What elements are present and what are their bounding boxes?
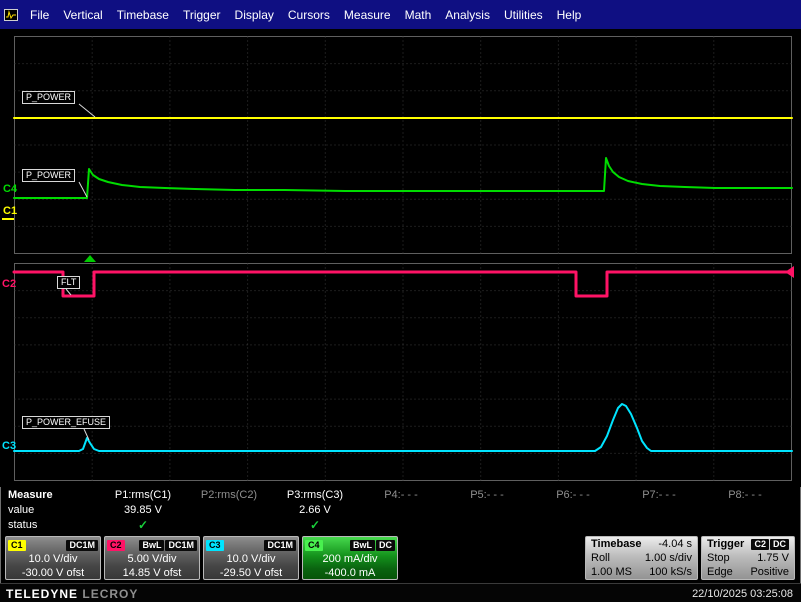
- measure-p1-value: 39.85 V: [124, 503, 162, 516]
- c1-label-callout: [78, 103, 96, 118]
- trigger-source-chip: C2: [751, 538, 769, 550]
- measure-header-row: Measure P1:rms(C1) P2:rms(C2) P3:rms(C3)…: [0, 487, 801, 502]
- c4-offset: -400.0 mA: [324, 566, 376, 579]
- c1-trace-label[interactable]: P_POWER: [22, 91, 76, 104]
- c3-coupling-chip: DC1M: [264, 539, 296, 551]
- measure-p4-header[interactable]: P4:- - -: [358, 489, 444, 501]
- c1-position-marker[interactable]: C1: [3, 206, 17, 217]
- scope-graticule-canvas: [12, 36, 794, 481]
- c4-label-callout: [78, 181, 88, 198]
- c4-chip: C4: [305, 539, 323, 551]
- trigger-level: 1.75 V: [757, 551, 789, 564]
- measure-p5-header[interactable]: P5:- - -: [444, 489, 530, 501]
- c2-trace: [12, 270, 794, 298]
- menu-item-analysis[interactable]: Analysis: [438, 8, 497, 22]
- c1-coupling-chip: DC1M: [66, 539, 98, 551]
- c2-trace-label[interactable]: FLT: [57, 276, 81, 289]
- measure-p6-header[interactable]: P6:- - -: [530, 489, 616, 501]
- menu-bar: File Vertical Timebase Trigger Display C…: [0, 0, 801, 30]
- trigger-time-marker[interactable]: [84, 255, 96, 262]
- c2-bwl-chip: BwL: [139, 539, 165, 551]
- graticule-lower: [14, 263, 792, 481]
- menu-item-file[interactable]: File: [23, 8, 56, 22]
- c4-descriptor[interactable]: C4 BwL DC 200 mA/div -400.0 mA: [302, 536, 398, 580]
- c3-descriptor[interactable]: C3 DC1M 10.0 V/div -29.50 V ofst: [203, 536, 299, 580]
- c3-label-callout: [83, 428, 90, 441]
- c2-coupling-chip: DC1M: [165, 539, 197, 551]
- c2-offset: 14.85 V ofst: [122, 566, 182, 579]
- c2-chip: C2: [107, 539, 125, 551]
- brand-lecroy: LECROY: [82, 586, 139, 601]
- c3-scale: 10.0 V/div: [226, 552, 276, 565]
- c3-chip: C3: [206, 539, 224, 551]
- app-icon[interactable]: [4, 8, 18, 21]
- timebase-title: Timebase: [591, 537, 642, 550]
- measure-p7-header[interactable]: P7:- - -: [616, 489, 702, 501]
- c4-bwl-chip: BwL: [350, 539, 375, 551]
- menu-item-measure[interactable]: Measure: [337, 8, 398, 22]
- c3-trace: [13, 403, 793, 452]
- brand-teledyne: TELEDYNE: [6, 586, 79, 601]
- measure-p3-status: ✓: [309, 517, 321, 532]
- measure-p1-status: ✓: [137, 517, 149, 532]
- c1-descriptor[interactable]: C1 DC1M 10.0 V/div -30.00 V ofst: [5, 536, 101, 580]
- c1-chip: C1: [8, 539, 26, 551]
- c3-position-marker[interactable]: C3: [2, 441, 16, 452]
- trigger-mode: Stop: [707, 551, 730, 564]
- waveform-display: P_POWER P_POWER FLT P_POWER_EFUSE C4 C1 …: [0, 29, 801, 487]
- measure-status-label: status: [8, 518, 38, 531]
- timebase-mode: Roll: [591, 551, 610, 564]
- c2-descriptor[interactable]: C2 BwL DC1M 5.00 V/div 14.85 V ofst: [104, 536, 200, 580]
- menu-item-math[interactable]: Math: [398, 8, 439, 22]
- c4-trace-label[interactable]: P_POWER: [22, 169, 76, 182]
- measure-value-label: value: [8, 503, 35, 516]
- menu-item-utilities[interactable]: Utilities: [497, 8, 550, 22]
- trigger-type: Edge: [707, 565, 733, 578]
- timebase-scale: 1.00 s/div: [644, 551, 692, 564]
- trigger-coupling-chip: DC: [770, 538, 789, 550]
- status-bar: TELEDYNE LECROY 22/10/2025 03:25:08: [0, 583, 801, 602]
- timebase-rate: 100 kS/s: [649, 565, 692, 578]
- timebase-samples: 1.00 MS: [591, 565, 632, 578]
- c4-coupling-chip: DC: [376, 539, 395, 551]
- menu-item-timebase[interactable]: Timebase: [110, 8, 176, 22]
- c2-label-callout: [65, 288, 72, 296]
- measure-status-row: status ✓ ✓: [0, 517, 801, 532]
- measure-p3-value: 2.66 V: [299, 503, 331, 516]
- timebase-descriptor[interactable]: Timebase -4.04 s Roll 1.00 s/div 1.00 MS…: [585, 536, 698, 580]
- c1-zero-level-marker: [2, 218, 14, 220]
- menu-item-display[interactable]: Display: [228, 8, 281, 22]
- measure-table: Measure P1:rms(C1) P2:rms(C2) P3:rms(C3)…: [0, 487, 801, 534]
- trigger-descriptor[interactable]: Trigger C2 DC Stop 1.75 V Edge Positive: [701, 536, 795, 580]
- timebase-delay: -4.04 s: [658, 537, 692, 550]
- menu-item-cursors[interactable]: Cursors: [281, 8, 337, 22]
- c2-position-marker[interactable]: C2: [2, 279, 16, 290]
- c4-scale: 200 mA/div: [322, 552, 378, 565]
- trigger-level-marker[interactable]: [785, 266, 794, 278]
- grid-lines: [14, 36, 792, 481]
- c4-position-marker[interactable]: C4: [3, 184, 17, 195]
- measure-p8-header[interactable]: P8:- - -: [702, 489, 788, 501]
- c2-scale: 5.00 V/div: [127, 552, 177, 565]
- datetime: 22/10/2025 03:25:08: [692, 587, 793, 600]
- menu-item-trigger[interactable]: Trigger: [176, 8, 228, 22]
- menu-item-vertical[interactable]: Vertical: [56, 8, 109, 22]
- measure-p2-header[interactable]: P2:rms(C2): [186, 489, 272, 501]
- measure-value-row: value 39.85 V 2.66 V: [0, 502, 801, 517]
- c4-trace: [13, 157, 793, 199]
- graticule-upper: [14, 36, 792, 254]
- trigger-slope: Positive: [750, 565, 789, 578]
- brand-logo: TELEDYNE LECROY: [6, 587, 138, 601]
- c1-offset: -30.00 V ofst: [21, 566, 85, 579]
- measure-title: Measure: [8, 488, 53, 501]
- c1-scale: 10.0 V/div: [28, 552, 78, 565]
- trigger-title: Trigger: [707, 537, 745, 550]
- measure-p1-header[interactable]: P1:rms(C1): [100, 489, 186, 501]
- menu-item-help[interactable]: Help: [550, 8, 589, 22]
- oscilloscope-app: File Vertical Timebase Trigger Display C…: [0, 0, 801, 602]
- measure-p3-header[interactable]: P3:rms(C3): [272, 489, 358, 501]
- c3-trace-label[interactable]: P_POWER_EFUSE: [22, 416, 111, 429]
- c3-offset: -29.50 V ofst: [219, 566, 283, 579]
